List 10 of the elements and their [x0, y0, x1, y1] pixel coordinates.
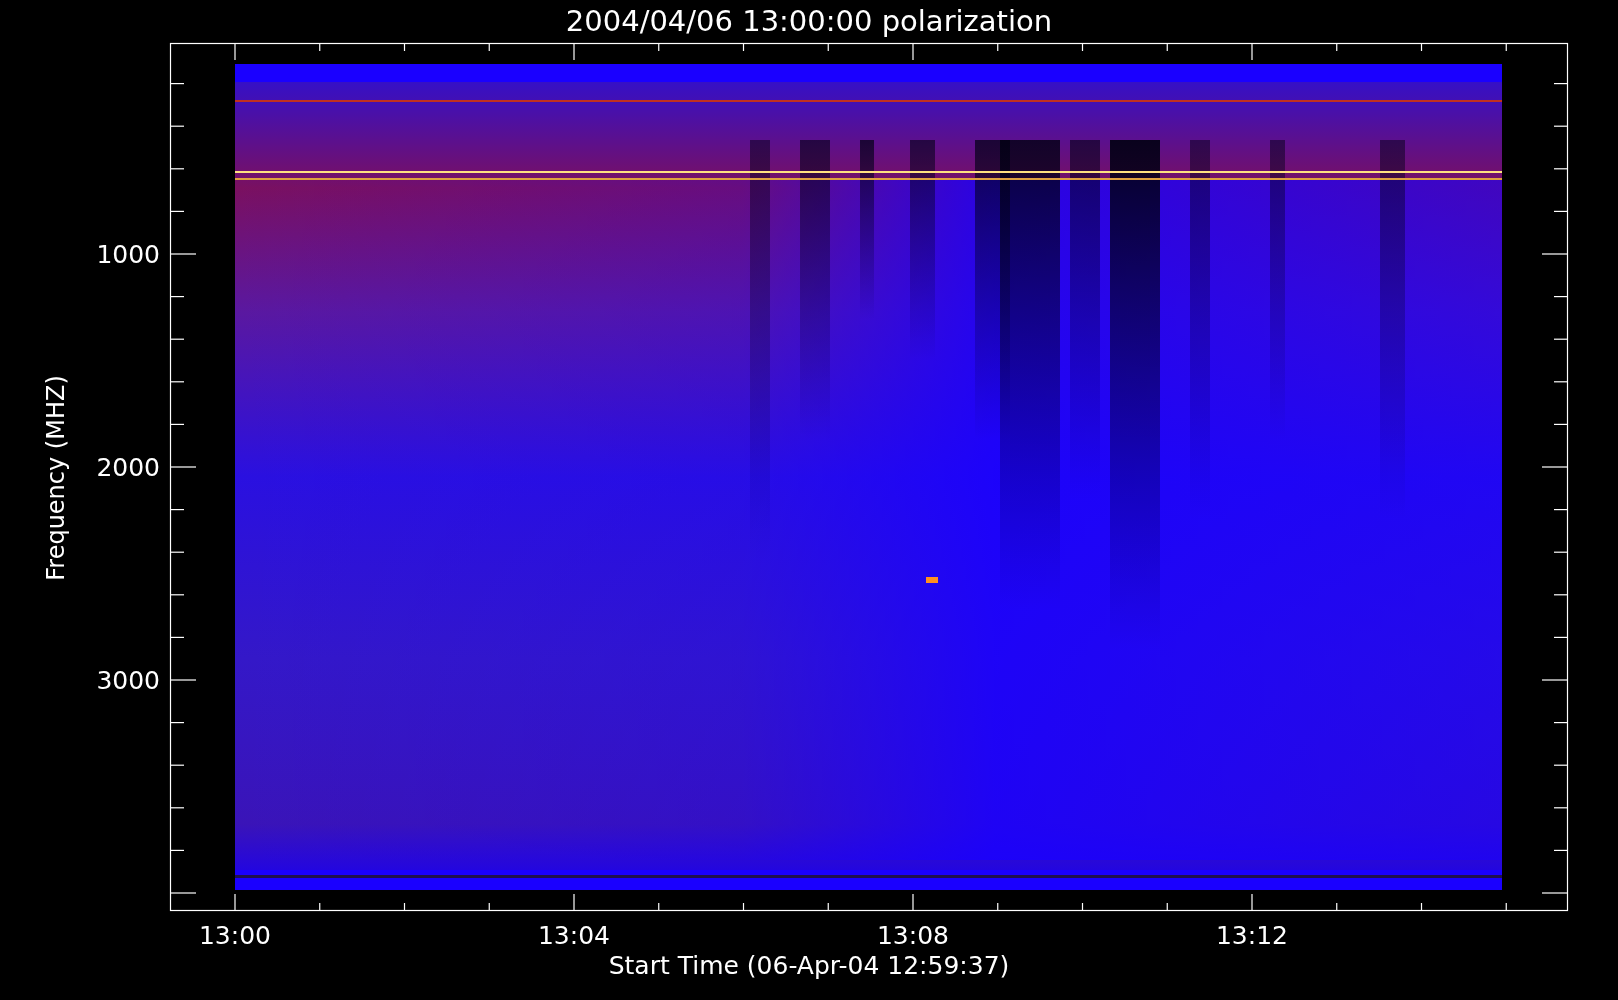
plot-title: 2004/04/06 13:00:00 polarization: [565, 4, 1053, 38]
x-tick-label: 13:00: [199, 921, 271, 950]
y-axis-label: Frequency (MHZ): [42, 375, 70, 581]
y-tick-label: 1000: [96, 240, 160, 269]
y-tick-label: 2000: [96, 453, 160, 482]
x-tick-label: 13:08: [877, 921, 949, 950]
x-axis-label: Start Time (06-Apr-04 12:59:37): [608, 951, 1010, 980]
y-tick-label: 3000: [96, 666, 160, 695]
x-tick-label: 13:12: [1216, 921, 1288, 950]
x-tick-label: 13:04: [538, 921, 610, 950]
